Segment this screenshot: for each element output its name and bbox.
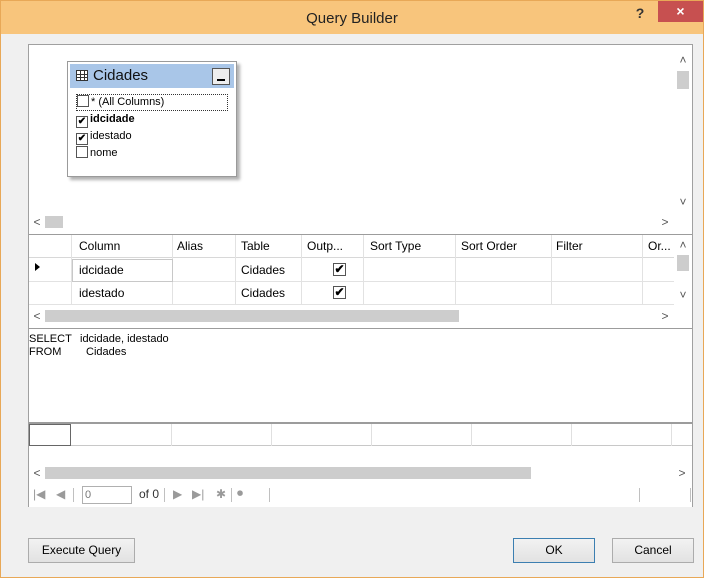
record-navigator: |◀ ◀ 0 of 0 ▶ ▶| ✱ ⏺ <box>29 483 692 507</box>
header-table[interactable]: Table <box>241 239 270 253</box>
scrollbar-thumb[interactable] <box>677 71 689 89</box>
header-filter[interactable]: Filter <box>556 239 583 253</box>
column-item-nome[interactable]: nome <box>76 146 118 163</box>
previous-record-icon[interactable]: ◀ <box>56 487 65 501</box>
sql-pane[interactable]: SELECT idcidade, idestado FROM Cidades <box>29 328 692 420</box>
diagram-pane[interactable]: Cidades * (All Columns) ✔ idcidade ✔ idest… <box>29 45 692 231</box>
scroll-down-icon[interactable]: ˅ <box>675 288 691 302</box>
stop-icon[interactable]: ⏺ <box>237 486 243 501</box>
record-position-input[interactable]: 0 <box>82 486 132 504</box>
scrollbar-thumb[interactable] <box>45 467 531 479</box>
table-widget-title: Cidades <box>93 67 149 84</box>
results-row[interactable] <box>29 424 692 446</box>
record-count-label: of 0 <box>139 487 160 501</box>
column-label: nome <box>90 147 118 159</box>
ok-button[interactable]: OK <box>513 538 595 563</box>
column-checkbox-idestado[interactable]: ✔ <box>76 133 88 145</box>
scroll-left-icon[interactable]: < <box>29 466 45 480</box>
sql-text: idcidade, idestado <box>80 333 169 345</box>
scroll-up-icon[interactable]: ˄ <box>675 238 691 252</box>
table-widget-cidades[interactable]: Cidades * (All Columns) ✔ idcidade ✔ idest… <box>67 61 237 177</box>
scroll-right-icon[interactable]: > <box>657 309 673 323</box>
query-designer-panel: Cidades * (All Columns) ✔ idcidade ✔ idest… <box>28 44 693 507</box>
minimize-table-button[interactable] <box>212 68 230 85</box>
navigator-separator <box>231 488 232 502</box>
results-cell[interactable] <box>472 424 572 446</box>
results-row-header[interactable] <box>29 424 71 446</box>
header-column[interactable]: Column <box>79 239 120 253</box>
scrollbar-thumb[interactable] <box>45 310 459 322</box>
grid-vertical-scrollbar[interactable]: ˄ ˅ <box>674 235 692 305</box>
query-builder-window: Query Builder ? × Cidades * (All Columns… <box>0 0 704 578</box>
grid-header-row: Column Alias Table Outp... Sort Type Sor… <box>29 235 674 258</box>
scroll-right-icon[interactable]: > <box>674 466 690 480</box>
grid-cell-table[interactable]: Cidades <box>241 263 285 277</box>
sql-keyword: SELECT <box>29 333 72 345</box>
next-record-icon[interactable]: ▶ <box>173 487 182 501</box>
column-item-idcidade[interactable]: ✔ idcidade <box>76 112 135 129</box>
scroll-left-icon[interactable]: < <box>29 215 45 229</box>
grid-cell-table[interactable]: Cidades <box>241 286 285 300</box>
column-checkbox-idcidade[interactable]: ✔ <box>76 116 88 128</box>
column-item-idestado[interactable]: ✔ idestado <box>76 129 132 146</box>
results-cell[interactable] <box>372 424 472 446</box>
window-title: Query Builder <box>306 10 398 27</box>
output-checkbox[interactable]: ✔ <box>333 286 346 299</box>
column-label: * (All Columns) <box>91 96 165 108</box>
scrollbar-thumb[interactable] <box>677 255 689 271</box>
grid-row[interactable]: idestado Cidades ✔ <box>29 282 674 305</box>
scroll-down-icon[interactable]: ˅ <box>675 195 691 209</box>
table-widget-header[interactable]: Cidades <box>70 64 234 88</box>
grid-row[interactable]: idcidade Cidades ✔ <box>29 259 674 282</box>
grid-cell-column[interactable]: idestado <box>79 286 124 300</box>
header-alias[interactable]: Alias <box>177 239 203 253</box>
last-record-icon[interactable]: ▶| <box>192 487 204 501</box>
grid-cell-column[interactable]: idcidade <box>79 263 124 277</box>
new-record-icon[interactable]: ✱ <box>216 487 226 501</box>
header-sort-order[interactable]: Sort Order <box>461 239 517 253</box>
table-icon <box>76 70 88 81</box>
scrollbar-thumb[interactable] <box>45 216 63 228</box>
help-button[interactable]: ? <box>625 3 655 25</box>
navigator-separator <box>164 488 165 502</box>
column-checkbox-all[interactable] <box>77 95 89 107</box>
results-cell[interactable] <box>72 424 172 446</box>
results-horizontal-scrollbar[interactable]: < > <box>29 464 692 482</box>
navigator-separator <box>639 488 640 502</box>
results-pane[interactable]: < > <box>29 422 692 482</box>
header-or[interactable]: Or... <box>648 239 671 253</box>
column-checkbox-nome[interactable] <box>76 146 88 158</box>
header-output[interactable]: Outp... <box>307 239 343 253</box>
criteria-grid-pane[interactable]: Column Alias Table Outp... Sort Type Sor… <box>29 234 692 327</box>
column-item-all[interactable]: * (All Columns) <box>76 94 228 111</box>
scroll-left-icon[interactable]: < <box>29 309 45 323</box>
results-cell[interactable] <box>572 424 672 446</box>
diagram-horizontal-scrollbar[interactable]: < > <box>29 213 692 231</box>
current-row-indicator-icon <box>35 263 40 271</box>
first-record-icon[interactable]: |◀ <box>33 487 45 501</box>
diagram-vertical-scrollbar[interactable]: ˄ ˅ <box>674 45 692 213</box>
sql-keyword: FROM <box>29 346 62 358</box>
cancel-button[interactable]: Cancel <box>612 538 694 563</box>
navigator-separator <box>73 488 74 502</box>
output-checkbox[interactable]: ✔ <box>333 263 346 276</box>
title-bar[interactable]: Query Builder ? × <box>1 1 703 34</box>
results-cell[interactable] <box>172 424 272 446</box>
navigator-separator <box>690 488 691 502</box>
sql-text: Cidades <box>86 346 127 358</box>
close-button[interactable]: × <box>658 1 703 22</box>
scroll-up-icon[interactable]: ˄ <box>675 53 691 67</box>
navigator-separator <box>269 488 270 502</box>
grid-horizontal-scrollbar[interactable]: < > <box>29 307 692 325</box>
execute-query-button[interactable]: Execute Query <box>28 538 135 563</box>
results-cell[interactable] <box>272 424 372 446</box>
column-label: idestado <box>90 130 132 142</box>
column-label: idcidade <box>90 113 135 125</box>
header-sort-type[interactable]: Sort Type <box>370 239 421 253</box>
scroll-right-icon[interactable]: > <box>657 215 673 229</box>
